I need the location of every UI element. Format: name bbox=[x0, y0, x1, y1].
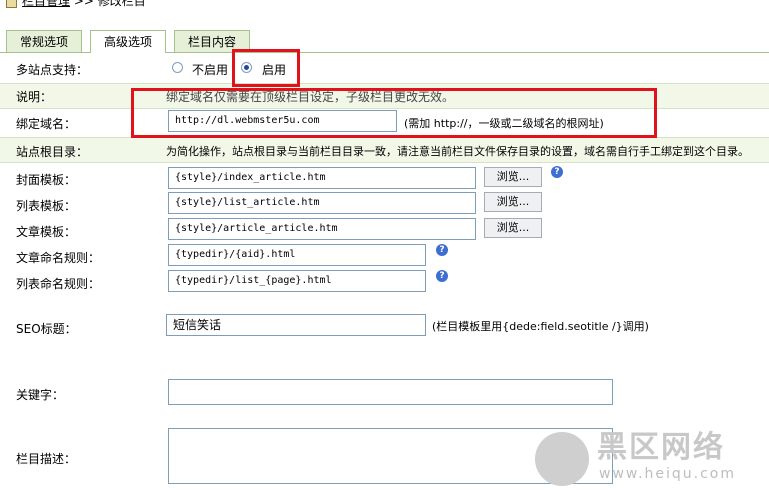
article-naming-row: 文章命名规则： {typedir}/{aid}.html ? bbox=[0, 243, 769, 269]
siteroot-label: 站点根目录： bbox=[16, 145, 89, 159]
template-row-list: 列表模板： {style}/list_article.htm 浏览... bbox=[0, 191, 769, 217]
list-naming-row: 列表命名规则： {typedir}/list_{page}.html ? bbox=[0, 269, 769, 295]
browse-index-button[interactable]: 浏览... bbox=[484, 167, 542, 187]
radio-disable-label: 不启用 bbox=[192, 63, 229, 77]
seo-label: SEO标题： bbox=[16, 322, 77, 336]
article-template-input[interactable]: {style}/article_article.htm bbox=[168, 218, 476, 240]
list-naming-label: 列表命名规则： bbox=[16, 277, 101, 291]
seo-title-input[interactable]: 短信笑话 bbox=[166, 314, 426, 336]
help-icon[interactable]: ? bbox=[551, 166, 563, 178]
multisite-row: 多站点支持： 不启用 启用 bbox=[0, 53, 769, 84]
highlight-box-enable bbox=[232, 49, 300, 87]
index-template-input[interactable]: {style}/index_article.htm bbox=[168, 167, 476, 189]
index-template-label: 封面模板： bbox=[16, 173, 77, 187]
domain-label: 绑定域名： bbox=[16, 117, 77, 131]
list-naming-input[interactable]: {typedir}/list_{page}.html bbox=[168, 270, 426, 292]
breadcrumb: 栏目管理 >> 修改栏目 bbox=[0, 0, 769, 12]
watermark-url: www.heiqu.com bbox=[599, 466, 737, 482]
breadcrumb-text: 栏目管理 >> 修改栏目 bbox=[22, 0, 146, 8]
watermark-logo: 黑区网络 www.heiqu.com bbox=[535, 430, 765, 486]
breadcrumb-link-column-manage[interactable]: 栏目管理 bbox=[22, 0, 70, 8]
template-row-index: 封面模板： {style}/index_article.htm 浏览... ? bbox=[0, 165, 769, 191]
template-row-article: 文章模板： {style}/article_article.htm 浏览... bbox=[0, 217, 769, 243]
help-icon[interactable]: ? bbox=[436, 270, 448, 282]
mushroom-icon bbox=[535, 432, 589, 486]
siteroot-text: 为简化操作，站点根目录与当前栏目目录一致，请注意当前栏目文件保存目录的设置，域名… bbox=[166, 145, 749, 158]
tab-bar: 常规选项 高级选项 栏目内容 bbox=[0, 28, 769, 53]
radio-disable[interactable] bbox=[172, 62, 183, 73]
highlight-box-domain bbox=[131, 88, 657, 138]
article-template-label: 文章模板： bbox=[16, 225, 77, 239]
multisite-label: 多站点支持： bbox=[16, 63, 89, 77]
watermark-cn: 黑区网络 bbox=[597, 430, 725, 465]
column-desc-label: 栏目描述： bbox=[16, 452, 77, 466]
siteroot-row: 站点根目录： 为简化操作，站点根目录与当前栏目目录一致，请注意当前栏目文件保存目… bbox=[0, 138, 769, 163]
tab-advanced[interactable]: 高级选项 bbox=[90, 30, 166, 53]
browse-list-button[interactable]: 浏览... bbox=[484, 192, 542, 212]
help-icon[interactable]: ? bbox=[436, 244, 448, 256]
article-naming-label: 文章命名规则： bbox=[16, 251, 101, 265]
keywords-label: 关键字： bbox=[16, 388, 65, 402]
browse-article-button[interactable]: 浏览... bbox=[484, 218, 542, 238]
list-template-input[interactable]: {style}/list_article.htm bbox=[168, 192, 476, 214]
folder-icon bbox=[6, 0, 17, 8]
seo-row: SEO标题： 短信笑话 (栏目模板里用{dede:field.seotitle … bbox=[0, 313, 769, 339]
article-naming-input[interactable]: {typedir}/{aid}.html bbox=[168, 244, 426, 266]
desc-label: 说明： bbox=[16, 90, 53, 104]
list-template-label: 列表模板： bbox=[16, 199, 77, 213]
tab-general[interactable]: 常规选项 bbox=[6, 30, 82, 52]
keywords-row: 关键字： bbox=[0, 378, 769, 406]
seo-note: (栏目模板里用{dede:field.seotitle /}调用) bbox=[432, 320, 649, 333]
keywords-textarea[interactable] bbox=[168, 379, 613, 405]
